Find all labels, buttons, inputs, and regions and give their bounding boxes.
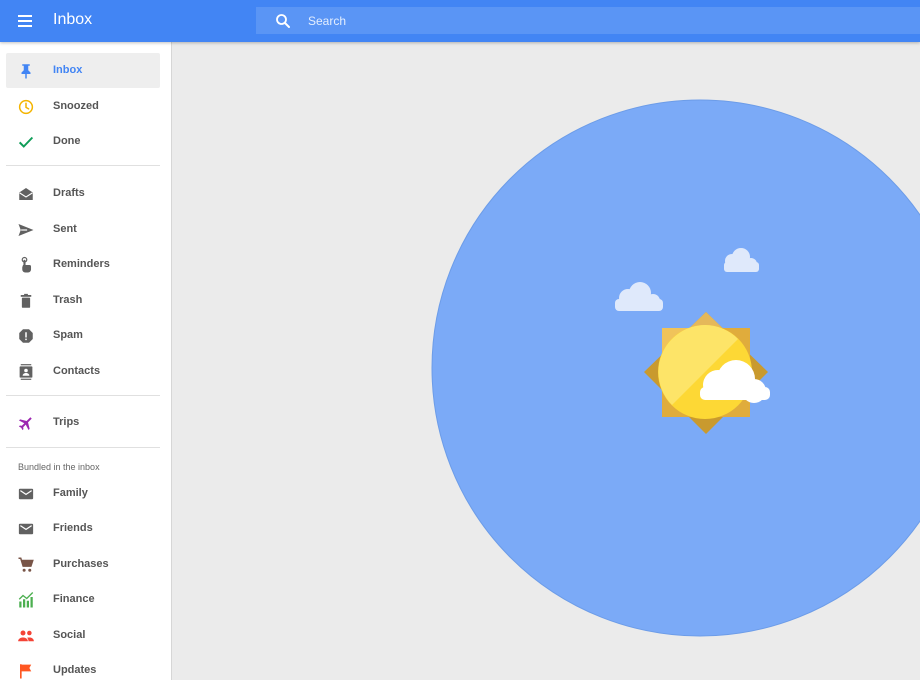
bundles-section-label: Bundled in the inbox: [18, 462, 100, 472]
sidebar-item-label: Social: [53, 629, 86, 641]
sidebar-item-contacts[interactable]: Contacts: [6, 354, 160, 389]
sidebar-item-updates[interactable]: Updates: [6, 653, 160, 680]
sidebar-item-friends[interactable]: Friends: [6, 511, 160, 546]
sidebar-item-label: Drafts: [53, 187, 85, 199]
sidebar-item-label: Reminders: [53, 258, 110, 270]
sidebar-item-family[interactable]: Family: [6, 476, 160, 511]
sidebar-item-trash[interactable]: Trash: [6, 283, 160, 318]
sidebar: Inbox Snoozed Done Drafts Sent Reminders…: [0, 42, 172, 680]
checkmark-icon: [18, 136, 34, 148]
sidebar-item-label: Spam: [53, 329, 83, 341]
sidebar-divider: [6, 165, 160, 166]
drafts-icon: [19, 188, 33, 200]
sidebar-item-label: Done: [53, 135, 81, 147]
sidebar-item-finance[interactable]: Finance: [6, 582, 160, 617]
send-icon: [18, 224, 34, 236]
sidebar-item-done[interactable]: Done: [6, 124, 160, 159]
sidebar-item-spam[interactable]: Spam: [6, 318, 160, 353]
flag-icon: [20, 664, 32, 679]
sidebar-item-label: Friends: [53, 522, 93, 534]
cart-icon: [18, 557, 34, 572]
mail-icon: [18, 523, 34, 535]
sidebar-item-purchases[interactable]: Purchases: [6, 547, 160, 582]
finance-chart-icon: [18, 592, 34, 608]
search-bar[interactable]: [256, 7, 920, 34]
sidebar-item-drafts[interactable]: Drafts: [6, 176, 160, 211]
sidebar-item-label: Snoozed: [53, 100, 99, 112]
sidebar-item-trips[interactable]: Trips: [6, 405, 160, 440]
hamburger-menu-icon[interactable]: [16, 12, 38, 30]
sidebar-item-label: Updates: [53, 664, 97, 676]
mail-icon: [18, 488, 34, 500]
sidebar-item-label: Contacts: [53, 365, 101, 377]
app-title: Inbox: [53, 11, 93, 28]
main-content: [173, 42, 920, 680]
sidebar-item-label: Sent: [53, 223, 77, 235]
spam-icon: [19, 329, 33, 343]
sidebar-item-sent[interactable]: Sent: [6, 212, 160, 247]
sidebar-item-label: Inbox: [53, 64, 83, 76]
sidebar-item-label: Trash: [53, 294, 83, 306]
sidebar-item-inbox[interactable]: Inbox: [6, 53, 160, 88]
pin-icon: [21, 64, 31, 79]
airplane-icon: [18, 417, 32, 431]
trash-icon: [20, 293, 32, 308]
sidebar-divider: [6, 447, 160, 448]
search-input[interactable]: [308, 14, 848, 28]
contacts-icon: [19, 364, 33, 380]
search-icon[interactable]: [274, 12, 292, 30]
sidebar-item-snoozed[interactable]: Snoozed: [6, 89, 160, 124]
sidebar-item-label: Purchases: [53, 558, 109, 570]
sidebar-item-social[interactable]: Social: [6, 618, 160, 653]
sun-and-clouds-illustration: [431, 99, 920, 637]
sidebar-divider: [6, 395, 160, 396]
clock-icon: [18, 99, 34, 115]
top-app-bar: Inbox: [0, 0, 920, 42]
reminder-hand-icon: [21, 256, 32, 273]
sidebar-item-reminders[interactable]: Reminders: [6, 247, 160, 282]
sidebar-item-label: Trips: [53, 416, 80, 428]
sidebar-item-label: Family: [53, 487, 88, 499]
sidebar-item-label: Finance: [53, 593, 95, 605]
people-icon: [18, 630, 34, 642]
